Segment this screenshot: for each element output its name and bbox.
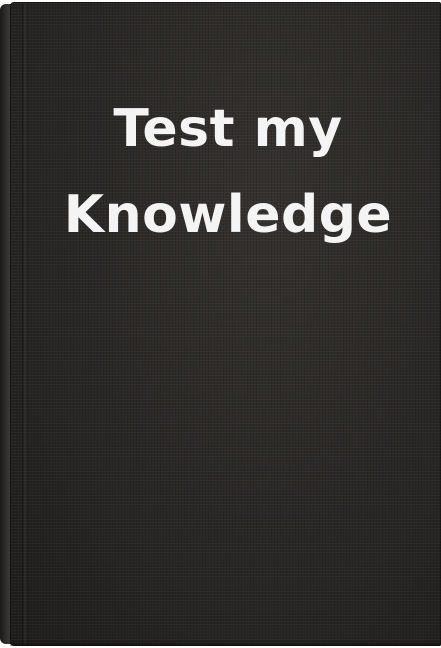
book-title: Test my Knowledge [28,86,428,258]
book-cover-image: Test my Knowledge [0,0,441,648]
title-line-2: Knowledge [63,185,393,245]
title-line-1: Test my [113,99,343,159]
cover-bottom-edge [10,640,441,646]
